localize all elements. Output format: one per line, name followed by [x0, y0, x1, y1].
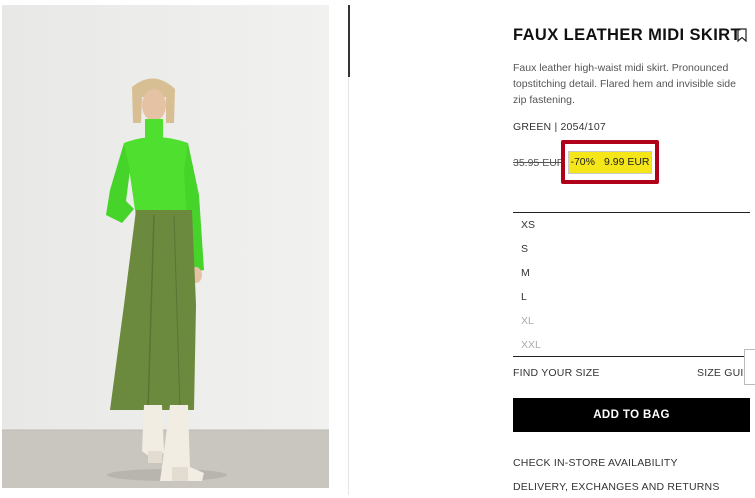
size-option-xl[interactable]: XL — [513, 309, 750, 333]
old-price: 35.95 EUR — [513, 157, 565, 169]
discount-price-badge: -70% 9.99 EUR — [568, 150, 652, 174]
size-option-xxl[interactable]: XXL — [513, 333, 750, 357]
size-option-m[interactable]: M — [513, 261, 750, 285]
discount-percent: -70% — [570, 156, 595, 168]
add-to-bag-button[interactable]: ADD TO BAG — [513, 398, 750, 432]
sale-price: 9.99 EUR — [603, 156, 650, 168]
size-option-xs[interactable]: XS — [513, 213, 750, 237]
bookmark-icon[interactable] — [737, 28, 747, 43]
product-image[interactable] — [2, 5, 329, 488]
divider — [348, 5, 349, 495]
size-guide-link[interactable]: SIZE GUIDE — [697, 367, 745, 379]
size-option-l[interactable]: L — [513, 285, 750, 309]
side-panel-tab[interactable] — [744, 349, 755, 385]
delivery-returns-link[interactable]: DELIVERY, EXCHANGES AND RETURNS — [513, 481, 720, 493]
find-your-size-link[interactable]: FIND YOUR SIZE — [513, 367, 600, 379]
sizes-bottom-border — [513, 356, 750, 357]
check-store-availability-link[interactable]: CHECK IN-STORE AVAILABILITY — [513, 457, 678, 469]
size-list: XS S M L XL XXL — [513, 213, 750, 357]
scrollbar-thumb[interactable] — [348, 5, 350, 77]
product-title: FAUX LEATHER MIDI SKIRT — [513, 26, 741, 44]
size-option-s[interactable]: S — [513, 237, 750, 261]
product-description: Faux leather high-waist midi skirt. Pron… — [513, 62, 736, 106]
color-reference: GREEN | 2054/107 — [513, 121, 606, 133]
price-highlight-box: -70% 9.99 EUR — [561, 140, 659, 184]
model-illustration — [2, 5, 329, 488]
